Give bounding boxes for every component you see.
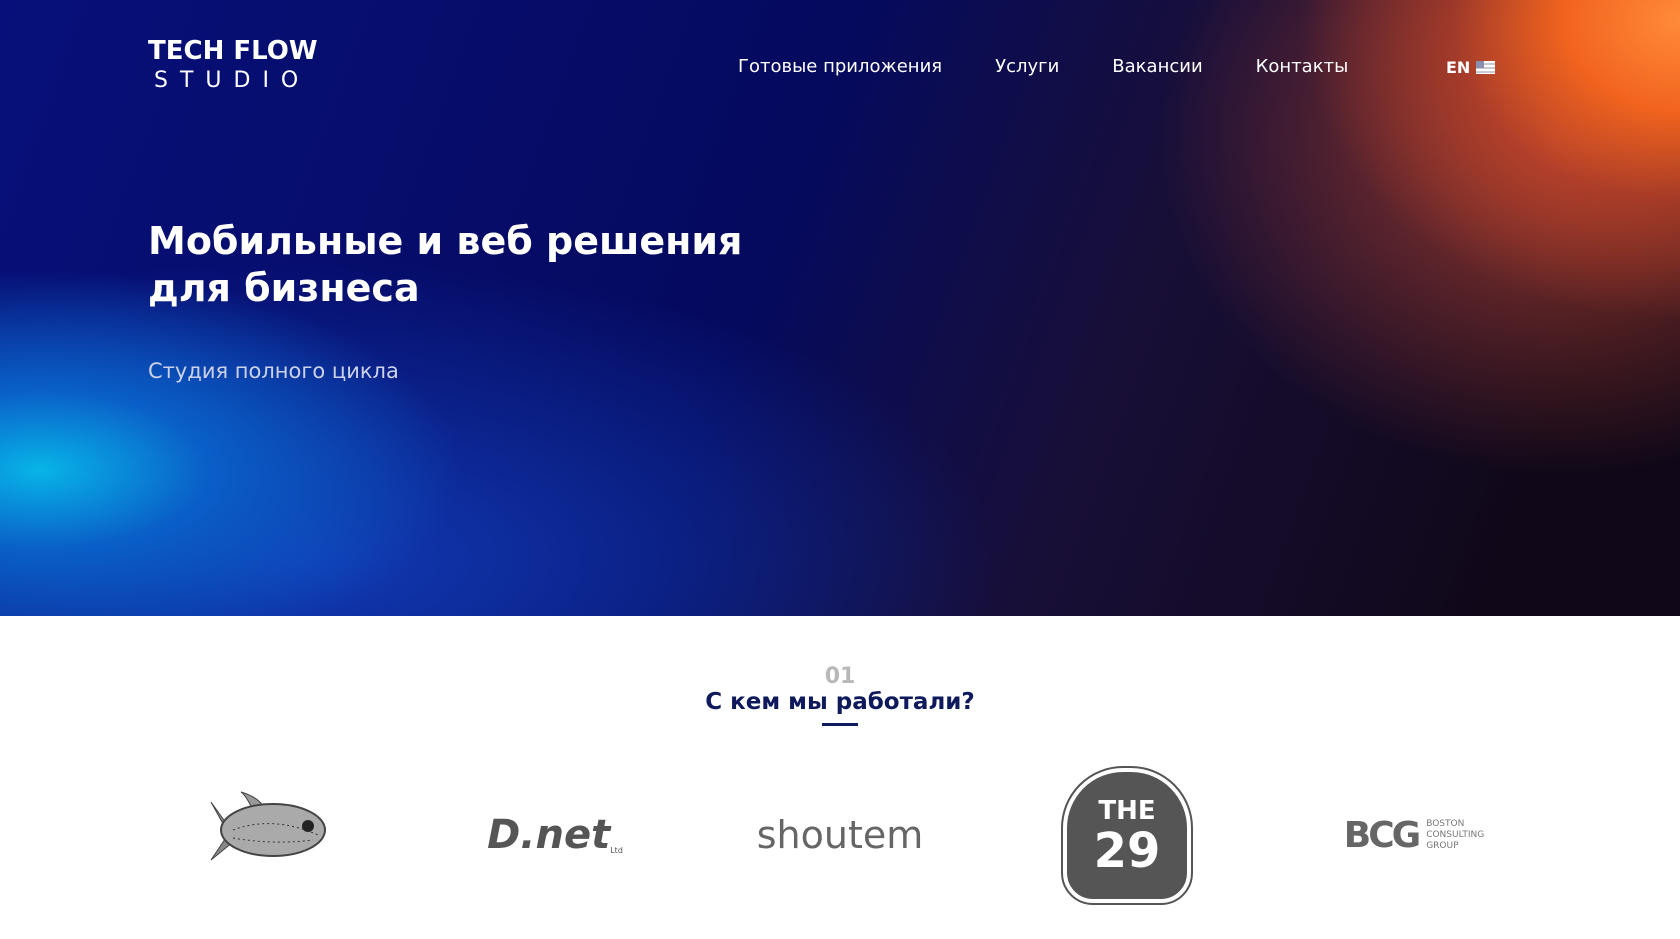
bcg-sub1: BOSTON [1426,818,1465,829]
client-logo-dnet: D.net Ltd [475,805,635,865]
bcg-subtext: BOSTON CONSULTING GROUP [1426,819,1484,852]
nav-vacancies[interactable]: Вакансии [1112,56,1202,77]
us-flag-icon [1476,61,1496,74]
title-underline [822,723,858,726]
client-logo-shoutem: shoutem [756,813,924,857]
hero-title-line2: для бизнеса [148,266,420,310]
bcg-sub3: GROUP [1426,840,1459,851]
section-title: С кем мы работали? [705,689,975,715]
logo-line2: STUDIO [154,68,311,93]
language-switcher[interactable]: EN [1446,58,1496,77]
nav-ready-apps[interactable]: Готовые приложения [738,56,942,77]
hero-section: TECH FLOW STUDIO Готовые приложения Услу… [0,0,1680,616]
nav-services[interactable]: Услуги [995,56,1059,77]
the29-text2: 29 [1093,822,1161,879]
client-logos: D.net Ltd shoutem THE 29 BCG BOSTON CONS… [0,760,1680,910]
bcg-sub2: CONSULTING [1426,829,1485,840]
client-logo-bcg: BCG BOSTON CONSULTING GROUP [1334,810,1494,860]
bcg-text: BCG [1343,814,1421,856]
client-logo-the29: THE 29 [1061,766,1193,905]
client-logo-fish [200,790,335,870]
hero-title: Мобильные и веб решения для бизнеса [148,218,742,312]
nav-contacts[interactable]: Контакты [1256,56,1349,77]
fish-icon [210,791,326,861]
hero-title-line1: Мобильные и веб решения [148,219,743,263]
clients-section: 01 С кем мы работали? [0,616,1680,726]
language-label: EN [1446,58,1471,77]
main-nav: Готовые приложения Услуги Вакансии Конта… [738,56,1348,77]
section-number: 01 [824,664,856,689]
dnet-text: D.net [487,812,611,858]
site-logo[interactable]: TECH FLOW STUDIO [148,36,318,93]
dnet-suffix: Ltd [610,846,623,855]
hero-subtitle: Студия полного цикла [148,359,399,383]
logo-line1: TECH FLOW [148,36,318,66]
the29-text1: THE [1098,795,1156,826]
